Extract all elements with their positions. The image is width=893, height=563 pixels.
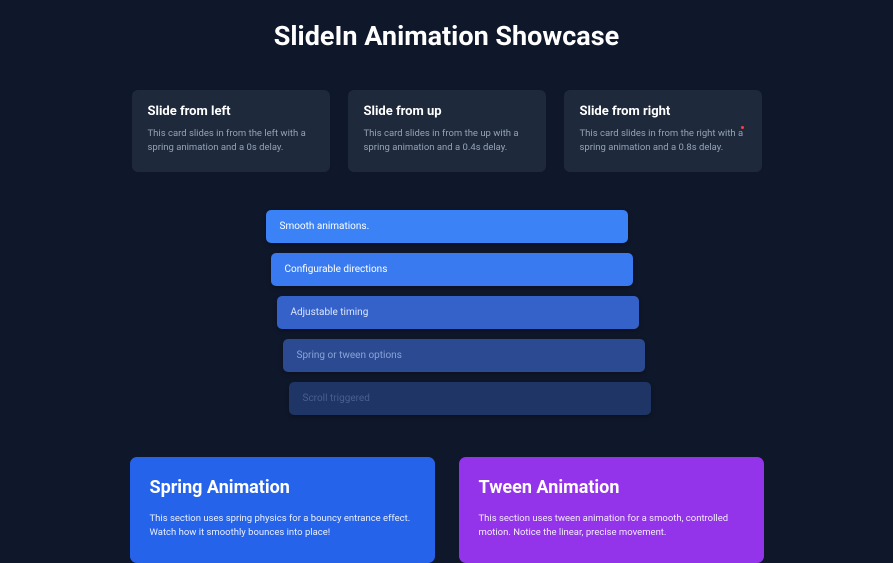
card-slide-up: Slide from up This card slides in from t… (348, 90, 546, 172)
page-title: SlideIn Animation Showcase (0, 20, 893, 52)
feature-bars: Smooth animations. Configurable directio… (0, 210, 893, 415)
feature-bar: Scroll triggered (289, 382, 651, 415)
panel-desc: This section uses spring physics for a b… (150, 512, 415, 541)
panel-title: Spring Animation (150, 477, 415, 498)
panel-tween: Tween Animation This section uses tween … (459, 457, 764, 563)
cards-row: Slide from left This card slides in from… (0, 90, 893, 172)
feature-bar: Adjustable timing (277, 296, 639, 329)
feature-bar: Spring or tween options (283, 339, 645, 372)
feature-bar: Configurable directions (271, 253, 633, 286)
cursor-dot-icon (741, 126, 744, 129)
panel-title: Tween Animation (479, 477, 744, 498)
card-title: Slide from left (148, 104, 314, 119)
feature-bar: Smooth animations. (266, 210, 628, 243)
page-root: SlideIn Animation Showcase Slide from le… (0, 0, 893, 563)
card-desc: This card slides in from the right with … (580, 127, 746, 156)
panel-desc: This section uses tween animation for a … (479, 512, 744, 541)
panels-row: Spring Animation This section uses sprin… (0, 457, 893, 563)
card-slide-left: Slide from left This card slides in from… (132, 90, 330, 172)
card-title: Slide from right (580, 104, 746, 119)
card-desc: This card slides in from the left with a… (148, 127, 314, 156)
card-slide-right: Slide from right This card slides in fro… (564, 90, 762, 172)
panel-spring: Spring Animation This section uses sprin… (130, 457, 435, 563)
card-title: Slide from up (364, 104, 530, 119)
card-desc: This card slides in from the up with a s… (364, 127, 530, 156)
